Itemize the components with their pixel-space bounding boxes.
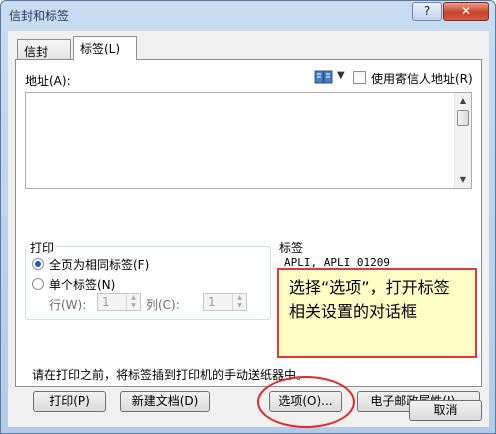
spinner-arrows-icon[interactable]: ▲ ▼: [126, 294, 140, 310]
scroll-thumb[interactable]: [457, 110, 469, 126]
chevron-down-icon[interactable]: ▼: [337, 70, 345, 81]
full-page-label[interactable]: 全页为相同标签(F): [49, 256, 149, 273]
annotation-callout: 选择“选项”，打开标签相关设置的对话框: [277, 268, 477, 358]
row-value: 1: [102, 295, 110, 309]
tab-labels[interactable]: 标签(L): [73, 36, 137, 60]
row-spinner[interactable]: 1 ▲ ▼: [97, 293, 141, 311]
single-label-label[interactable]: 单个标签(N): [49, 276, 115, 293]
cancel-button[interactable]: 取消: [409, 400, 482, 421]
tab-envelopes[interactable]: 信封(E): [17, 39, 71, 74]
title-bar: 信封和标签 ? ✕: [1, 1, 495, 27]
address-textarea[interactable]: ▲ ▼: [25, 92, 472, 189]
highlight-ellipse: [257, 376, 355, 428]
window-title: 信封和标签: [9, 9, 70, 23]
column-label: 列(C):: [146, 298, 180, 312]
use-return-address-label[interactable]: 使用寄信人地址(R): [371, 70, 473, 87]
use-return-address-checkbox[interactable]: [353, 71, 366, 84]
column-spinner[interactable]: 1 ▲ ▼: [203, 293, 247, 311]
print-group-title: 打印: [28, 239, 57, 256]
manual-feed-hint: 请在打印之前，将标签插到打印机的手动送纸器中。: [32, 368, 309, 382]
labels-tab-panel: 地址(A): ▼ 使用寄信人地址(R) ▲ ▼ 打印 全页为相同标签(F) 单个…: [15, 59, 482, 428]
address-label: 地址(A):: [25, 74, 71, 88]
label-section-title: 标签: [279, 241, 304, 255]
close-button[interactable]: ✕: [443, 2, 489, 21]
envelopes-and-labels-dialog: 信封和标签 ? ✕ 信封(E) 标签(L) 地址(A): ▼ 使用寄信人地址(R…: [0, 0, 496, 434]
scroll-down-icon[interactable]: ▼: [455, 172, 471, 188]
row-label: 行(W):: [49, 298, 87, 312]
full-page-radio[interactable]: [32, 258, 44, 270]
column-value: 1: [208, 295, 216, 309]
scroll-up-icon[interactable]: ▲: [455, 93, 471, 109]
single-label-radio[interactable]: [32, 278, 44, 290]
spinner-arrows-icon[interactable]: ▲ ▼: [232, 294, 246, 310]
dialog-client-area: 信封(E) 标签(L) 地址(A): ▼ 使用寄信人地址(R) ▲ ▼: [8, 31, 489, 428]
new-document-button[interactable]: 新建文档(D): [120, 391, 210, 412]
print-button[interactable]: 打印(P): [33, 391, 106, 412]
address-scrollbar[interactable]: ▲ ▼: [454, 93, 471, 188]
help-button[interactable]: ?: [412, 2, 442, 21]
address-book-icon[interactable]: [314, 70, 334, 84]
